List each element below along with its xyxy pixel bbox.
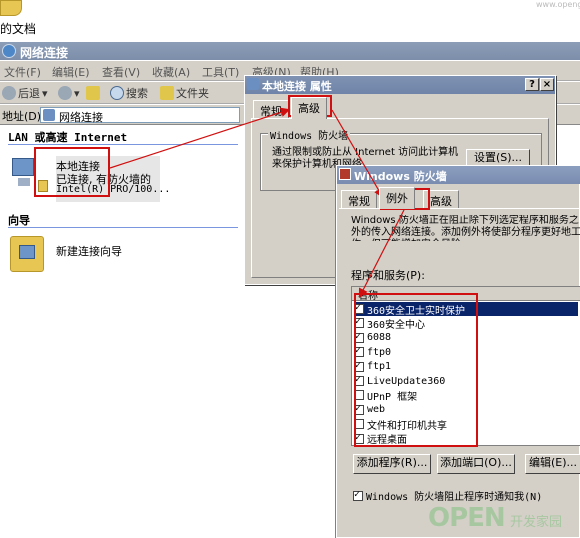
annotation-arrows — [109, 107, 405, 299]
arrow-to-exceptions-tab — [331, 109, 384, 199]
watermark-logo: OPEN — [428, 503, 506, 533]
arrow-to-advanced-tab — [109, 107, 291, 169]
tab-advanced[interactable]: 高级 — [291, 97, 327, 119]
tab-exceptions[interactable]: 例外 — [379, 187, 415, 209]
watermark-subtitle: 开发家园 — [510, 515, 563, 530]
arrow-to-programs — [358, 209, 405, 299]
